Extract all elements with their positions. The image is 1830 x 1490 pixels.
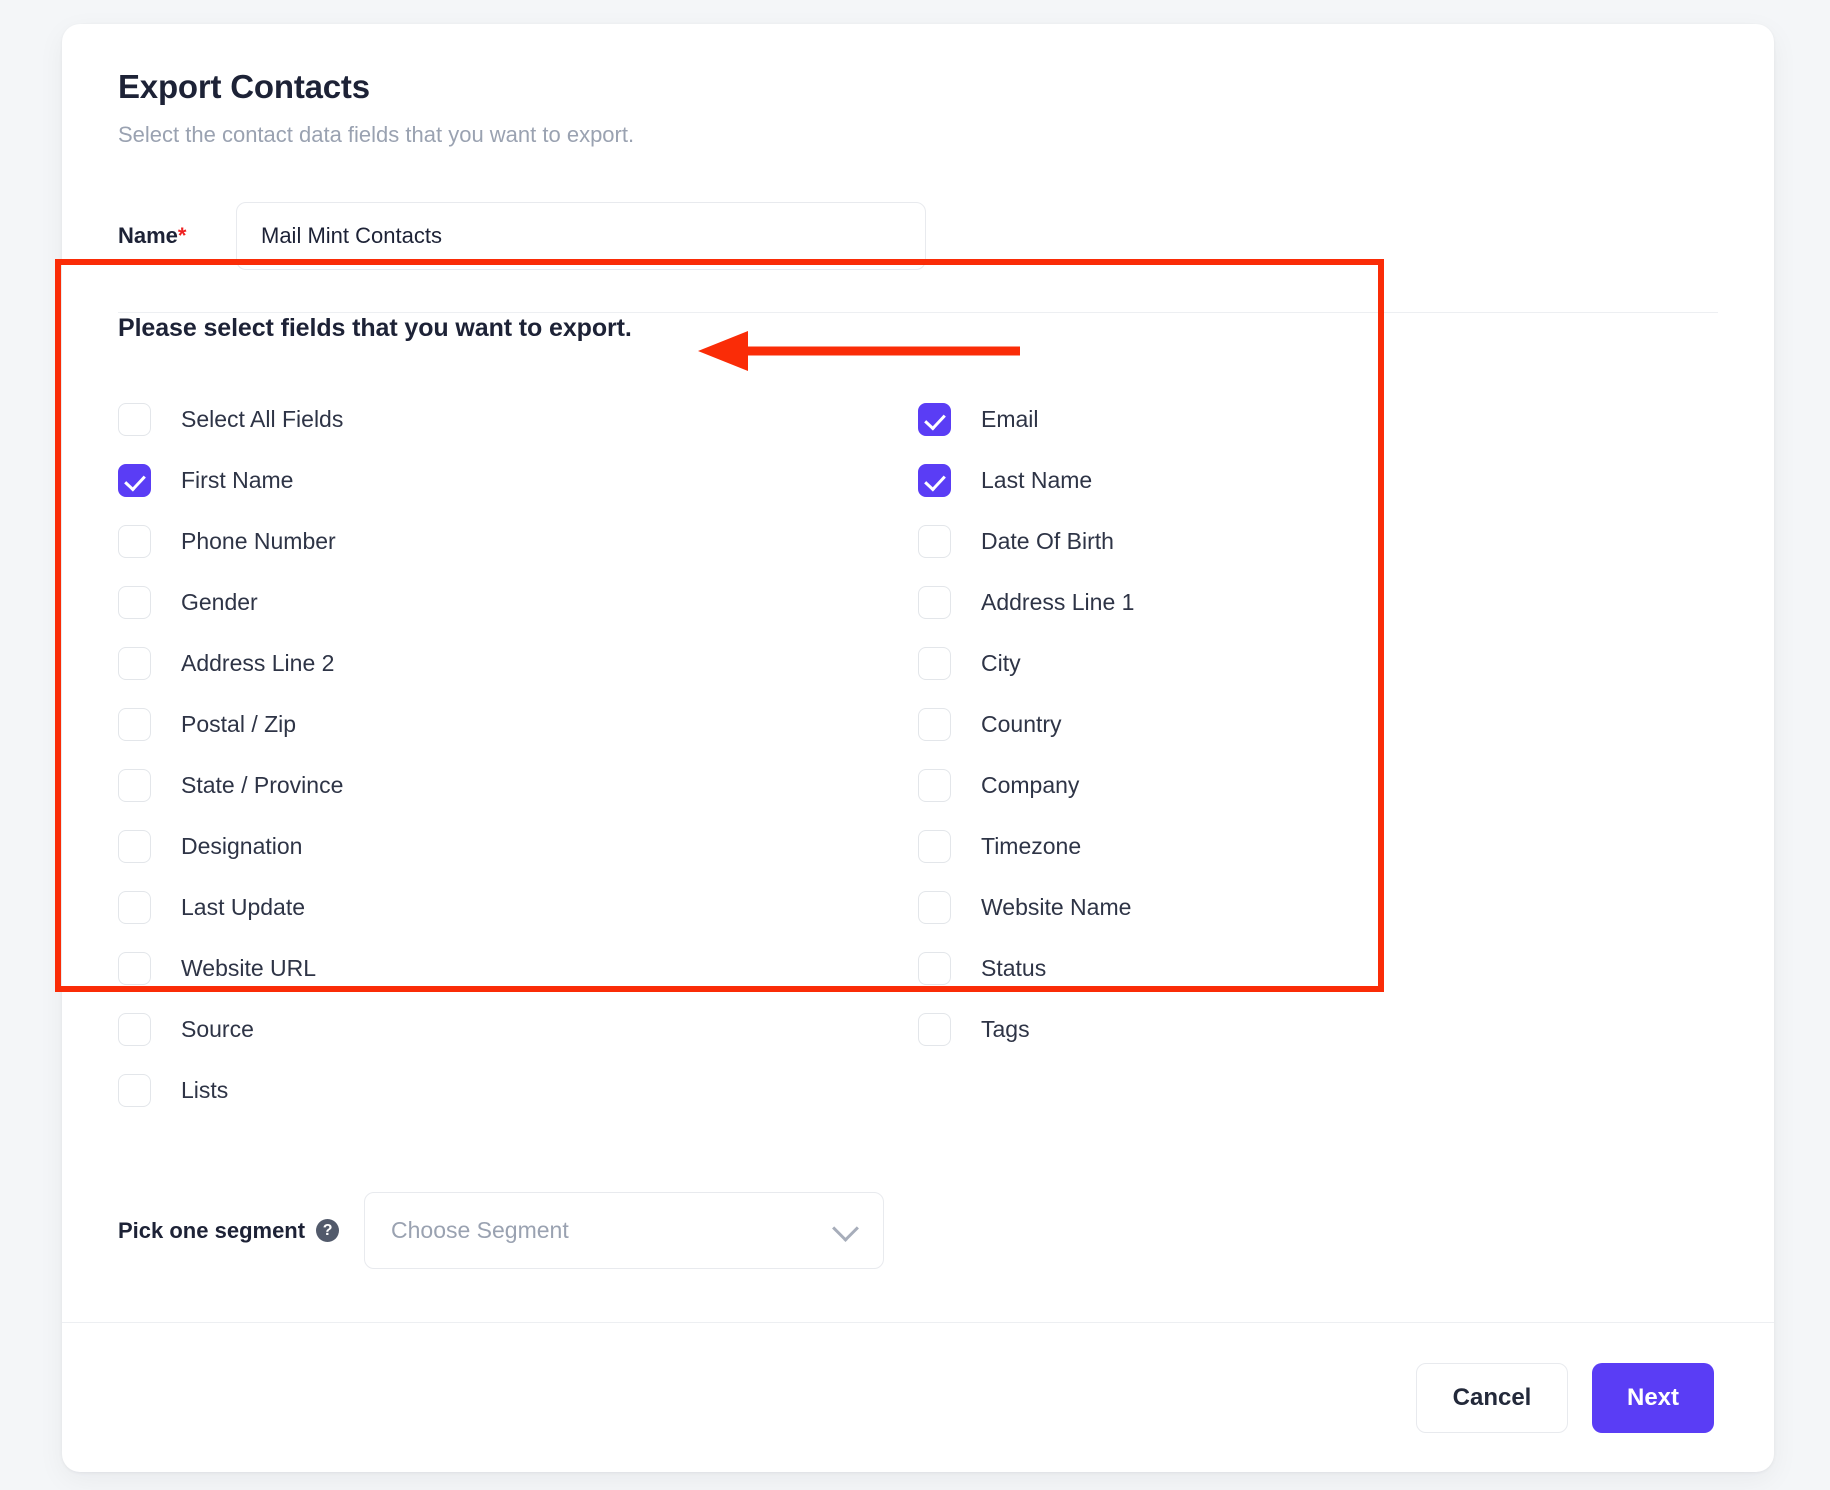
- checkbox-unchecked-icon[interactable]: [118, 1013, 151, 1046]
- name-label-text: Name: [118, 223, 178, 248]
- field-checkbox-row[interactable]: Last Name: [918, 450, 1718, 511]
- field-checkbox-label: Gender: [181, 589, 258, 615]
- checkbox-unchecked-icon[interactable]: [118, 708, 151, 741]
- field-checkbox-label: Phone Number: [181, 528, 336, 554]
- field-checkbox-row[interactable]: First Name: [118, 450, 918, 511]
- checkbox-unchecked-icon[interactable]: [118, 952, 151, 985]
- export-contacts-page: Export Contacts Select the contact data …: [0, 0, 1830, 1490]
- field-checkbox-label: Tags: [981, 1016, 1030, 1042]
- segment-label-text: Pick one segment: [118, 1217, 306, 1243]
- question-mark-icon[interactable]: ?: [316, 1219, 340, 1242]
- chevron-down-icon: [832, 1214, 859, 1242]
- checkbox-unchecked-icon[interactable]: [918, 1013, 951, 1046]
- required-marker: *: [177, 223, 187, 248]
- card-footer: Cancel Next: [62, 1323, 1774, 1472]
- cancel-button[interactable]: Cancel: [1416, 1362, 1568, 1433]
- field-checkbox-label: Select All Fields: [181, 406, 344, 432]
- field-checkbox-row[interactable]: Company: [918, 755, 1718, 816]
- checkbox-unchecked-icon[interactable]: [118, 1074, 151, 1107]
- field-checkbox-label: Address Line 1: [981, 589, 1135, 615]
- checkbox-unchecked-icon[interactable]: [918, 525, 951, 558]
- field-checkbox-row[interactable]: Email: [918, 389, 1718, 450]
- checkbox-unchecked-icon[interactable]: [918, 708, 951, 741]
- field-checkbox-label: Email: [981, 406, 1039, 432]
- checkbox-checked-icon[interactable]: [118, 464, 151, 497]
- field-checkbox-row[interactable]: State / Province: [118, 755, 918, 816]
- field-checkbox-row[interactable]: Phone Number: [118, 511, 918, 572]
- header-divider: [118, 312, 1718, 313]
- field-checkbox-label: Date Of Birth: [981, 528, 1114, 554]
- field-checkbox-label: City: [981, 650, 1021, 676]
- checkbox-unchecked-icon[interactable]: [918, 769, 951, 802]
- checkbox-unchecked-icon[interactable]: [118, 769, 151, 802]
- checkbox-checked-icon[interactable]: [918, 464, 951, 497]
- segment-label: Pick one segment ?: [118, 1218, 364, 1244]
- field-checkbox-label: Country: [981, 711, 1062, 737]
- card-header: Export Contacts Select the contact data …: [62, 24, 1774, 148]
- field-checkbox-label: First Name: [181, 467, 294, 493]
- field-checkbox-row[interactable]: Last Update: [118, 877, 918, 938]
- checkbox-unchecked-icon[interactable]: [118, 403, 151, 436]
- fields-section: Please select fields that you want to ex…: [62, 270, 1774, 1121]
- field-checkbox-row[interactable]: Select All Fields: [118, 389, 918, 450]
- field-checkbox-label: Address Line 2: [181, 650, 335, 676]
- field-checkbox-row[interactable]: Source: [118, 999, 918, 1060]
- field-checkbox-row[interactable]: Gender: [118, 572, 918, 633]
- field-checkbox-label: Postal / Zip: [181, 711, 297, 737]
- page-subtitle: Select the contact data fields that you …: [118, 122, 635, 147]
- field-checkbox-row[interactable]: Country: [918, 694, 1718, 755]
- fields-left-column: Select All Fields First Name Phone Number G…: [118, 389, 918, 1121]
- checkbox-checked-icon[interactable]: [918, 403, 951, 436]
- field-checkbox-row[interactable]: Postal / Zip: [118, 694, 918, 755]
- fields-right-column: Email Last Name Date Of Birth Address Line …: [918, 389, 1718, 1121]
- field-checkbox-label: State / Province: [181, 772, 344, 798]
- field-checkbox-row[interactable]: Date Of Birth: [918, 511, 1718, 572]
- field-checkbox-label: Website URL: [181, 955, 317, 981]
- page-title: Export Contacts: [118, 68, 370, 105]
- checkbox-unchecked-icon[interactable]: [118, 586, 151, 619]
- field-checkbox-row[interactable]: Website Name: [918, 877, 1718, 938]
- field-checkbox-row[interactable]: Website URL: [118, 938, 918, 999]
- fields-columns: Select All Fields First Name Phone Number G…: [118, 389, 1718, 1121]
- checkbox-unchecked-icon[interactable]: [918, 891, 951, 924]
- field-checkbox-row[interactable]: City: [918, 633, 1718, 694]
- field-checkbox-row[interactable]: Address Line 1: [918, 572, 1718, 633]
- checkbox-unchecked-icon[interactable]: [918, 952, 951, 985]
- checkbox-unchecked-icon[interactable]: [918, 586, 951, 619]
- field-checkbox-label: Company: [981, 772, 1080, 798]
- field-checkbox-label: Website Name: [981, 894, 1132, 920]
- segment-select[interactable]: Choose Segment: [364, 1192, 884, 1269]
- name-label: Name*: [118, 223, 236, 249]
- name-row: Name*: [62, 148, 1774, 270]
- field-checkbox-row[interactable]: Designation: [118, 816, 918, 877]
- segment-row: Pick one segment ? Choose Segment: [62, 1192, 940, 1269]
- checkbox-unchecked-icon[interactable]: [118, 830, 151, 863]
- field-checkbox-label: Status: [981, 955, 1047, 981]
- checkbox-unchecked-icon[interactable]: [118, 891, 151, 924]
- field-checkbox-row[interactable]: Address Line 2: [118, 633, 918, 694]
- export-contacts-card: Export Contacts Select the contact data …: [62, 24, 1774, 1472]
- field-checkbox-row[interactable]: Lists: [118, 1060, 918, 1121]
- field-checkbox-label: Designation: [181, 833, 303, 859]
- field-checkbox-row[interactable]: Tags: [918, 999, 1718, 1060]
- field-checkbox-row[interactable]: Status: [918, 938, 1718, 999]
- checkbox-unchecked-icon[interactable]: [118, 525, 151, 558]
- checkbox-unchecked-icon[interactable]: [918, 830, 951, 863]
- fields-section-title: Please select fields that you want to ex…: [118, 314, 632, 342]
- field-checkbox-label: Timezone: [981, 833, 1082, 859]
- field-checkbox-label: Last Update: [181, 894, 306, 920]
- checkbox-unchecked-icon[interactable]: [118, 647, 151, 680]
- field-checkbox-label: Last Name: [981, 467, 1093, 493]
- field-checkbox-row[interactable]: Timezone: [918, 816, 1718, 877]
- field-checkbox-label: Lists: [181, 1077, 229, 1103]
- name-input[interactable]: [236, 202, 926, 270]
- next-button[interactable]: Next: [1592, 1362, 1714, 1433]
- field-checkbox-label: Source: [181, 1016, 254, 1042]
- checkbox-unchecked-icon[interactable]: [918, 647, 951, 680]
- segment-placeholder: Choose Segment: [391, 1217, 569, 1243]
